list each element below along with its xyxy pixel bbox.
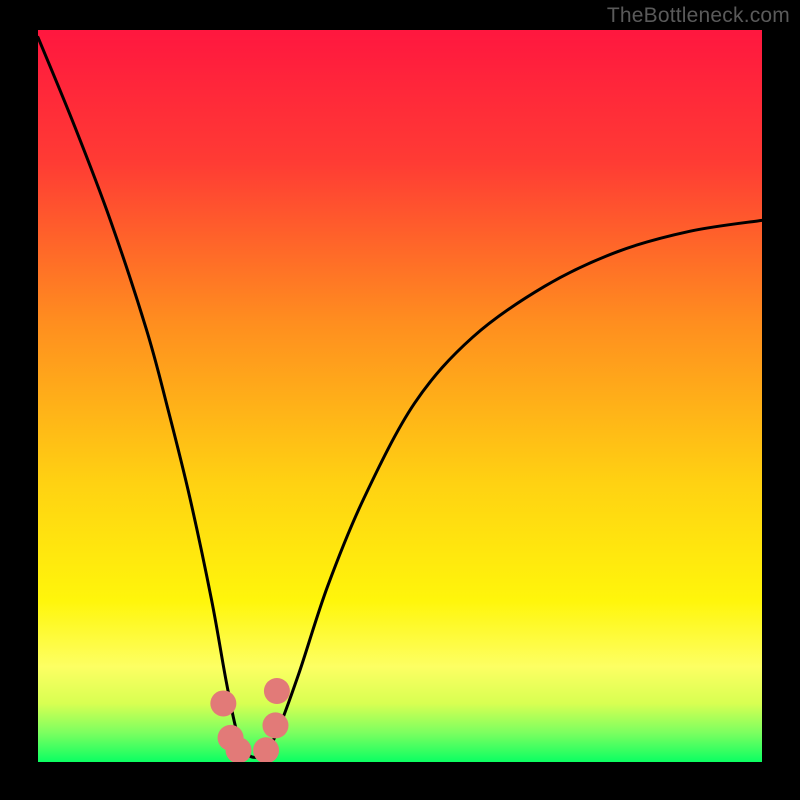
marker-f: [264, 678, 290, 704]
marker-e: [262, 712, 288, 738]
attribution-text: TheBottleneck.com: [607, 4, 790, 28]
marker-a: [210, 690, 236, 716]
plot-svg: [38, 30, 762, 762]
gradient-background: [38, 30, 762, 762]
outer-frame: TheBottleneck.com: [0, 0, 800, 800]
plot-area: [38, 30, 762, 762]
